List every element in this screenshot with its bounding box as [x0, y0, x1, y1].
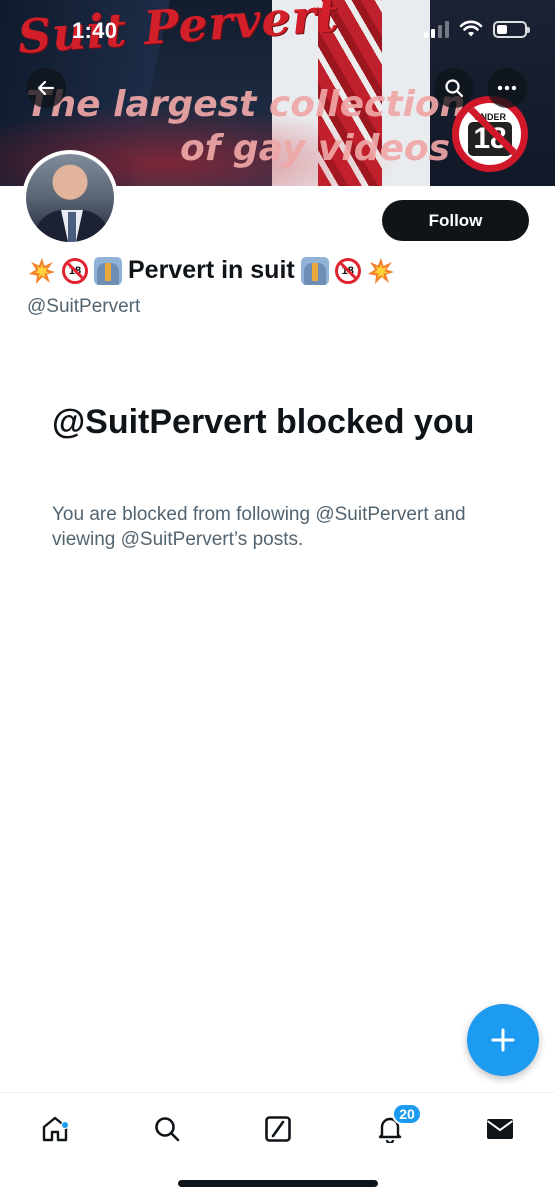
cellular-signal-icon [424, 20, 449, 38]
no-under-18-emoji-icon: 18 [334, 257, 361, 284]
plus-icon [491, 1028, 515, 1052]
home-icon [42, 1116, 68, 1142]
avatar-tie [68, 212, 76, 242]
search-icon [445, 79, 464, 98]
man-in-suit-emoji-icon [300, 256, 329, 285]
search-icon [155, 1117, 180, 1142]
display-name-text: Pervert in suit [128, 256, 295, 284]
arrow-left-icon [37, 80, 55, 96]
compose-post-button[interactable] [467, 1004, 539, 1076]
avatar[interactable] [22, 150, 118, 246]
display-name: 18 Pervert in suit 18 [28, 256, 395, 285]
collision-emoji-icon [367, 257, 394, 284]
profile-search-button[interactable] [434, 68, 474, 108]
grok-icon [265, 1116, 291, 1142]
under18-icon: UNDER 18 [452, 96, 528, 172]
more-horizontal-icon [497, 85, 517, 91]
battery-icon [493, 20, 530, 38]
banner-tagline-line1: The largest collection [26, 84, 466, 125]
home-indicator [178, 1180, 378, 1187]
man-in-suit-emoji-icon [94, 256, 122, 285]
home-unread-dot [61, 1121, 69, 1129]
back-button[interactable] [26, 68, 66, 108]
banner-tagline-line2: of gay videos [180, 128, 451, 169]
profile-handle: @SuitPervert [27, 296, 141, 317]
collision-emoji-icon [29, 257, 55, 284]
envelope-icon [486, 1119, 514, 1139]
nav-notifications[interactable]: 20 [362, 1103, 422, 1149]
nav-search[interactable] [139, 1109, 195, 1149]
notifications-count-badge: 20 [392, 1103, 422, 1125]
more-options-button[interactable] [487, 68, 527, 108]
blocked-description: You are blocked from following @SuitPerv… [52, 504, 466, 550]
follow-button[interactable]: Follow [382, 200, 529, 241]
blocked-title: @SuitPervert blocked you [52, 403, 475, 441]
nav-home[interactable] [27, 1109, 83, 1149]
no-under-18-emoji-icon: 18 [62, 257, 88, 284]
status-icons [424, 20, 530, 38]
nav-messages[interactable] [472, 1109, 528, 1149]
status-time: 1:40 [72, 18, 118, 43]
nav-grok[interactable] [250, 1109, 306, 1149]
wifi-icon [459, 20, 483, 37]
